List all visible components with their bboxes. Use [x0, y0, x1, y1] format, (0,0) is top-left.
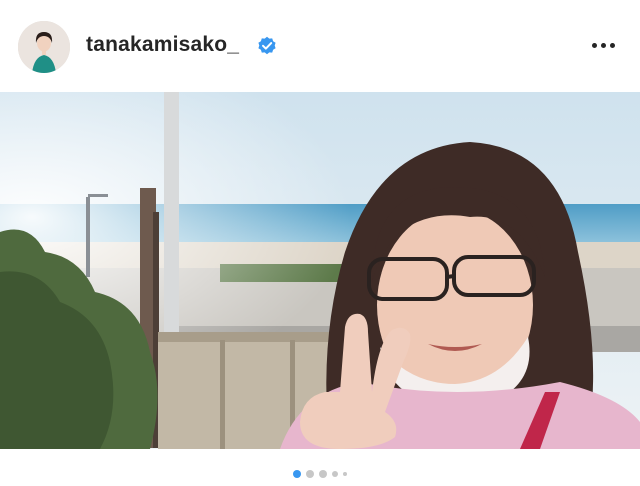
avatar[interactable] — [18, 21, 70, 73]
more-options-icon[interactable] — [585, 34, 621, 56]
post-image[interactable] — [0, 92, 640, 449]
verified-badge-icon — [257, 36, 277, 56]
carousel-dot — [332, 471, 338, 477]
username[interactable]: tanakamisako_ — [86, 33, 239, 57]
carousel-dot — [306, 470, 314, 478]
carousel-dot — [293, 470, 301, 478]
carousel-indicator — [0, 468, 640, 480]
carousel-dot — [319, 470, 327, 478]
carousel-dot — [343, 472, 347, 476]
post-header: tanakamisako_ — [0, 0, 640, 92]
